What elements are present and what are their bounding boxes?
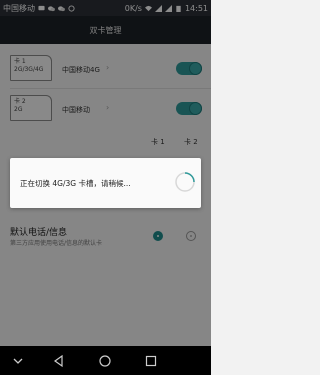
back-icon[interactable] — [51, 353, 67, 369]
dialog-message: 正在切换 4G/3G 卡槽，请稍候... — [20, 179, 131, 188]
menu-down-icon[interactable] — [10, 353, 26, 369]
navigation-bar — [0, 346, 211, 375]
progress-dialog: 正在切换 4G/3G 卡槽，请稍候... — [10, 158, 201, 208]
recents-icon[interactable] — [143, 353, 159, 369]
home-icon[interactable] — [97, 353, 113, 369]
loading-spinner-icon — [175, 172, 195, 192]
